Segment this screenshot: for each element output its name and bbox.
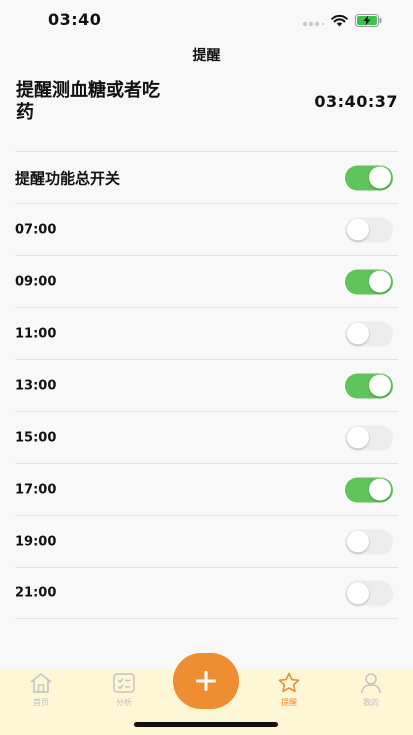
wifi-icon [331, 12, 348, 31]
reminder-time: 17:00 [15, 482, 57, 497]
current-time-clock: 03:40:37 [314, 92, 398, 111]
reminder-toggle-1500[interactable] [345, 425, 393, 450]
tab-analysis[interactable]: 分析 [94, 671, 154, 708]
toggle-knob [369, 166, 391, 189]
reminder-row-1500: 15:00 [15, 411, 398, 463]
profile-icon [341, 671, 401, 695]
reminder-row-1700: 17:00 [15, 463, 398, 515]
reminder-time: 15:00 [15, 430, 57, 445]
reminder-row-0700: 07:00 [15, 203, 398, 255]
home-indicator [134, 722, 278, 727]
reminder-list: 提醒功能总开关 07:00 09:00 11:00 13:00 15:00 17… [15, 151, 398, 619]
reminder-toggle-0900[interactable] [345, 269, 393, 294]
toggle-knob [347, 426, 369, 449]
add-reminder-button[interactable] [173, 653, 239, 709]
reminder-toggle-1100[interactable] [345, 321, 393, 346]
reminder-toggle-1700[interactable] [345, 477, 393, 502]
reminder-description: 提醒测血糖或者吃药 [16, 80, 160, 123]
reminder-time: 13:00 [15, 378, 57, 393]
master-switch-label: 提醒功能总开关 [15, 169, 121, 187]
reminder-row-1300: 13:00 [15, 359, 398, 411]
home-icon [11, 671, 71, 695]
reminder-row-2100: 21:00 [15, 567, 398, 619]
tab-label: 我的 [363, 698, 379, 707]
master-switch-row: 提醒功能总开关 [15, 151, 398, 203]
reminder-row-0900: 09:00 [15, 255, 398, 307]
toggle-knob [369, 478, 391, 501]
reminder-time: 11:00 [15, 326, 57, 341]
signal-dots-icon [302, 12, 324, 31]
tab-profile[interactable]: 我的 [341, 671, 401, 708]
tab-home[interactable]: 首页 [11, 671, 71, 708]
toggle-knob [369, 270, 391, 293]
toggle-knob [347, 530, 369, 553]
master-toggle[interactable] [345, 165, 393, 190]
reminder-row-1900: 19:00 [15, 515, 398, 567]
battery-charging-icon [355, 12, 383, 31]
tab-label: 提醒 [281, 698, 297, 707]
star-icon [259, 671, 319, 695]
toggle-knob [347, 582, 369, 604]
analysis-icon [94, 671, 154, 695]
status-icons [302, 12, 383, 31]
page-title: 提醒 [192, 48, 221, 64]
reminder-time: 07:00 [15, 222, 57, 237]
toggle-knob [347, 322, 369, 345]
reminder-toggle-1900[interactable] [345, 529, 393, 554]
reminder-toggle-1300[interactable] [345, 373, 393, 398]
toggle-knob [369, 374, 391, 397]
reminder-time: 21:00 [15, 585, 57, 601]
reminder-row-1100: 11:00 [15, 307, 398, 359]
tab-label: 分析 [116, 698, 132, 707]
tab-label: 首页 [33, 698, 49, 707]
reminder-time: 09:00 [15, 274, 57, 289]
reminder-toggle-2100[interactable] [345, 580, 393, 606]
status-bar: 03:40 [0, 0, 413, 40]
status-time: 03:40 [48, 10, 102, 29]
tab-reminder[interactable]: 提醒 [259, 671, 319, 708]
reminder-toggle-0700[interactable] [345, 217, 393, 242]
reminder-time: 19:00 [15, 534, 57, 549]
toggle-knob [347, 218, 369, 241]
